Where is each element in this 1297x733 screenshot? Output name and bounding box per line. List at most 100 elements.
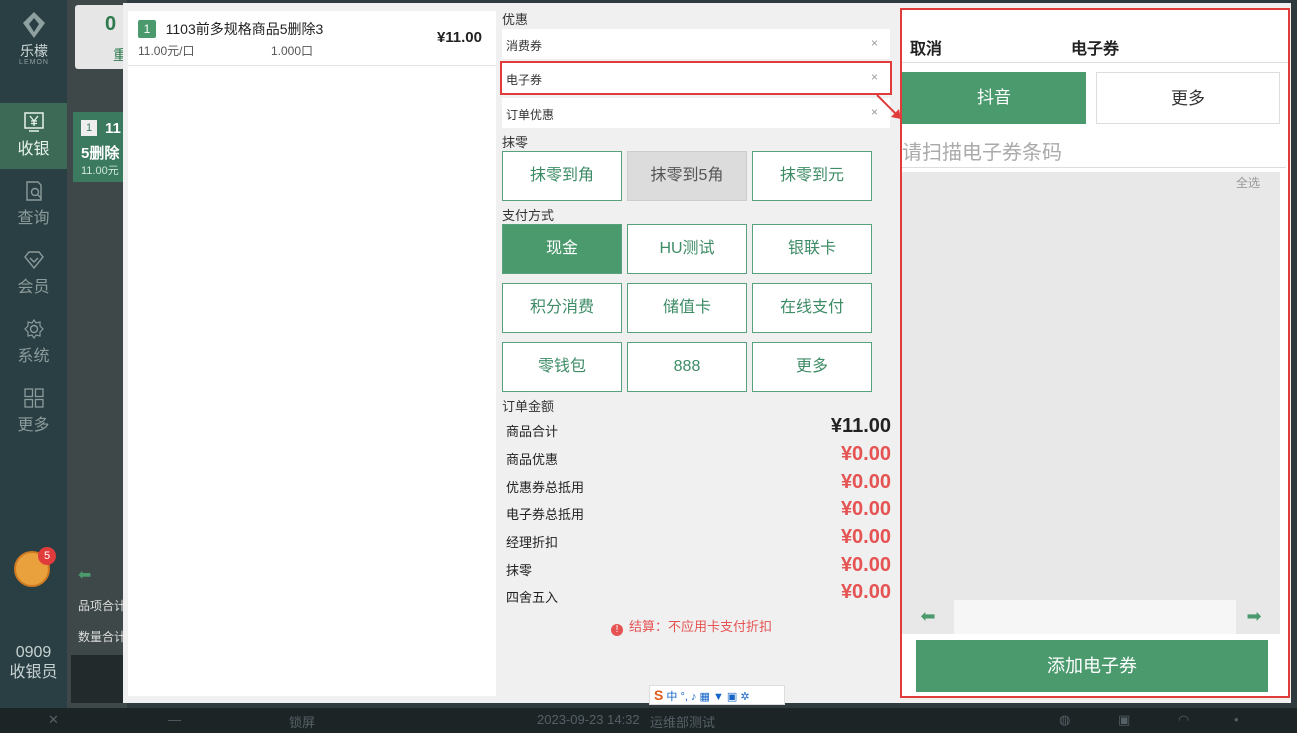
system-taskbar: ✕ — 锁屏 2023-09-23 14:32 运维部测试 ◍ ▣ ◠ • bbox=[0, 708, 1297, 733]
datetime: 2023-09-23 14:32 bbox=[537, 712, 640, 727]
background-card-sub: 11.00元 bbox=[81, 165, 119, 177]
payment-section-title: 支付方式 bbox=[502, 208, 555, 223]
clear-icon[interactable]: × bbox=[871, 70, 878, 84]
ime-toolbar[interactable]: S 中 °, ♪ ▦ ▼ ▣ ✲ bbox=[649, 685, 785, 705]
background-card-number: 11 bbox=[105, 120, 121, 137]
department-name: 运维部测试 bbox=[650, 715, 716, 730]
cashier-info: 0909 收银员 bbox=[0, 643, 67, 683]
pay-points-button[interactable]: 积分消费 bbox=[502, 283, 622, 333]
amount-value: ¥0.00 bbox=[840, 581, 891, 603]
pay-cash-button[interactable]: 现金 bbox=[502, 224, 622, 274]
cancel-button[interactable]: 取消 bbox=[910, 35, 942, 59]
gear-icon bbox=[23, 318, 44, 340]
lock-screen-button[interactable]: 锁屏 bbox=[289, 712, 315, 731]
amount-label: 电子券总抵用 bbox=[506, 507, 585, 522]
background-order-card: 1 11 5删除 11.00元 bbox=[73, 112, 127, 182]
search-doc-icon bbox=[25, 181, 42, 201]
amount-row-rounding: 抹零 ¥0.00 bbox=[506, 554, 891, 580]
background-card-name: 5删除 bbox=[81, 145, 120, 162]
amount-row-ecoupon-total: 电子券总抵用 ¥0.00 bbox=[506, 498, 891, 524]
monitor-icon[interactable]: ▣ bbox=[1118, 712, 1130, 728]
amount-label: 优惠券总抵用 bbox=[506, 480, 585, 495]
pay-888-button[interactable]: 888 bbox=[627, 342, 747, 392]
tab-more[interactable]: 更多 bbox=[1096, 72, 1280, 124]
nav-checkout-label: 收银 bbox=[17, 141, 50, 158]
coupon-row-consumption[interactable]: 消费券 × bbox=[502, 29, 890, 59]
checkout-dialog: 1 1103前多规格商品5删除3 11.00元/口 1.000口 ¥11.00 … bbox=[123, 3, 1291, 705]
coupon-row-label: 订单优惠 bbox=[506, 108, 555, 122]
notification-badge: 5 bbox=[38, 547, 56, 565]
order-item-list: 1 1103前多规格商品5删除3 11.00元/口 1.000口 ¥11.00 bbox=[128, 11, 496, 696]
amount-label: 抹零 bbox=[506, 563, 533, 578]
payment-options-panel: 优惠 消费券 × 电子券 × 订单优惠 × 抹零 抹零到角 抹零到5角 抹零到元… bbox=[499, 3, 893, 703]
amount-value: ¥0.00 bbox=[840, 471, 891, 493]
logo-text: 乐檬 bbox=[20, 43, 48, 59]
background-back-arrow-icon: ⬅ bbox=[78, 567, 92, 584]
pay-hu-test-button[interactable]: HU测试 bbox=[627, 224, 747, 274]
amount-row-goods-discount: 商品优惠 ¥0.00 bbox=[506, 443, 891, 469]
coupon-row-label: 电子券 bbox=[506, 73, 543, 87]
order-item-name: 1103前多规格商品5删除3 bbox=[165, 21, 324, 37]
yen-icon bbox=[23, 112, 44, 132]
globe-icon[interactable]: ◍ bbox=[1059, 712, 1070, 728]
grid-icon bbox=[23, 388, 44, 408]
minimize-icon[interactable]: — bbox=[168, 712, 181, 727]
tab-douyin[interactable]: 抖音 bbox=[902, 72, 1086, 124]
close-icon[interactable]: ✕ bbox=[48, 712, 59, 728]
app-logo: 乐檬 LEMON bbox=[12, 10, 56, 66]
background-summary-qty: 数量合计 bbox=[78, 630, 127, 644]
settlement-note-text: 结算：不应用卡支付折扣 bbox=[629, 619, 773, 634]
coupon-row-ecoupon[interactable]: 电子券 × bbox=[500, 61, 892, 95]
cashier-role: 收银员 bbox=[9, 664, 58, 681]
ecoupon-list: 全选 bbox=[902, 172, 1280, 600]
wifi-icon[interactable]: ◠ bbox=[1178, 712, 1189, 728]
amount-row-goods-total: 商品合计 ¥11.00 bbox=[506, 415, 891, 441]
amount-label: 四舍五入 bbox=[506, 590, 559, 605]
round-to-5jiao-button[interactable]: 抹零到5角 bbox=[627, 151, 747, 201]
order-item[interactable]: 1 1103前多规格商品5删除3 11.00元/口 1.000口 ¥11.00 bbox=[128, 11, 496, 66]
pager-track bbox=[954, 600, 1236, 634]
amount-value: ¥0.00 bbox=[840, 443, 891, 465]
background-card-index: 1 bbox=[81, 120, 97, 136]
pay-wallet-button[interactable]: 零钱包 bbox=[502, 342, 622, 392]
nav-system-label: 系统 bbox=[17, 348, 50, 365]
amount-value: ¥0.00 bbox=[840, 498, 891, 520]
ecoupon-pager: ⬅ ➡ bbox=[902, 600, 1280, 634]
round-to-yuan-button[interactable]: 抹零到元 bbox=[752, 151, 872, 201]
next-page-icon[interactable]: ➡ bbox=[1242, 606, 1266, 626]
logo-subtext: LEMON bbox=[19, 59, 49, 66]
amount-section-title: 订单金额 bbox=[502, 399, 555, 414]
ecoupon-title: 电子券 bbox=[1070, 41, 1119, 58]
coupon-row-order-discount[interactable]: 订单优惠 × bbox=[502, 98, 890, 128]
nav-more[interactable]: 更多 bbox=[0, 379, 67, 445]
pay-unionpay-button[interactable]: 银联卡 bbox=[752, 224, 872, 274]
ecoupon-barcode-input[interactable]: 请扫描电子券条码 bbox=[902, 136, 1286, 168]
pay-stored-value-button[interactable]: 储值卡 bbox=[627, 283, 747, 333]
notification-avatar[interactable]: 5 bbox=[14, 547, 56, 587]
order-item-index: 1 bbox=[138, 20, 156, 38]
status-dot-icon: • bbox=[1234, 712, 1239, 727]
pay-more-button[interactable]: 更多 bbox=[752, 342, 872, 392]
amount-value: ¥0.00 bbox=[840, 526, 891, 548]
add-ecoupon-button[interactable]: 添加电子券 bbox=[916, 640, 1268, 692]
nav-query[interactable]: 查询 bbox=[0, 172, 67, 238]
prev-page-icon[interactable]: ⬅ bbox=[916, 606, 940, 626]
discount-section-title: 优惠 bbox=[502, 12, 529, 27]
select-all-button[interactable]: 全选 bbox=[1236, 174, 1260, 191]
order-item-price: ¥11.00 bbox=[436, 29, 482, 46]
round-to-jiao-button[interactable]: 抹零到角 bbox=[502, 151, 622, 201]
settlement-note: ! 结算：不应用卡支付折扣 bbox=[611, 616, 772, 636]
order-item-unit-price: 11.00元/口 bbox=[138, 44, 195, 58]
ime-tools: 中 °, ♪ ▦ ▼ ▣ ✲ bbox=[666, 691, 750, 703]
nav-checkout[interactable]: 收银 bbox=[0, 103, 67, 169]
clear-icon[interactable]: × bbox=[871, 36, 878, 50]
amount-row-round-half-up: 四舍五入 ¥0.00 bbox=[506, 581, 891, 607]
nav-system[interactable]: 系统 bbox=[0, 310, 67, 376]
pay-online-button[interactable]: 在线支付 bbox=[752, 283, 872, 333]
lemon-logo-icon bbox=[23, 12, 45, 38]
annotation-arrow-icon bbox=[876, 94, 901, 119]
nav-member[interactable]: 会员 bbox=[0, 241, 67, 307]
alert-icon: ! bbox=[611, 624, 623, 636]
cashier-id: 0909 bbox=[15, 644, 52, 661]
diamond-icon bbox=[23, 251, 44, 270]
